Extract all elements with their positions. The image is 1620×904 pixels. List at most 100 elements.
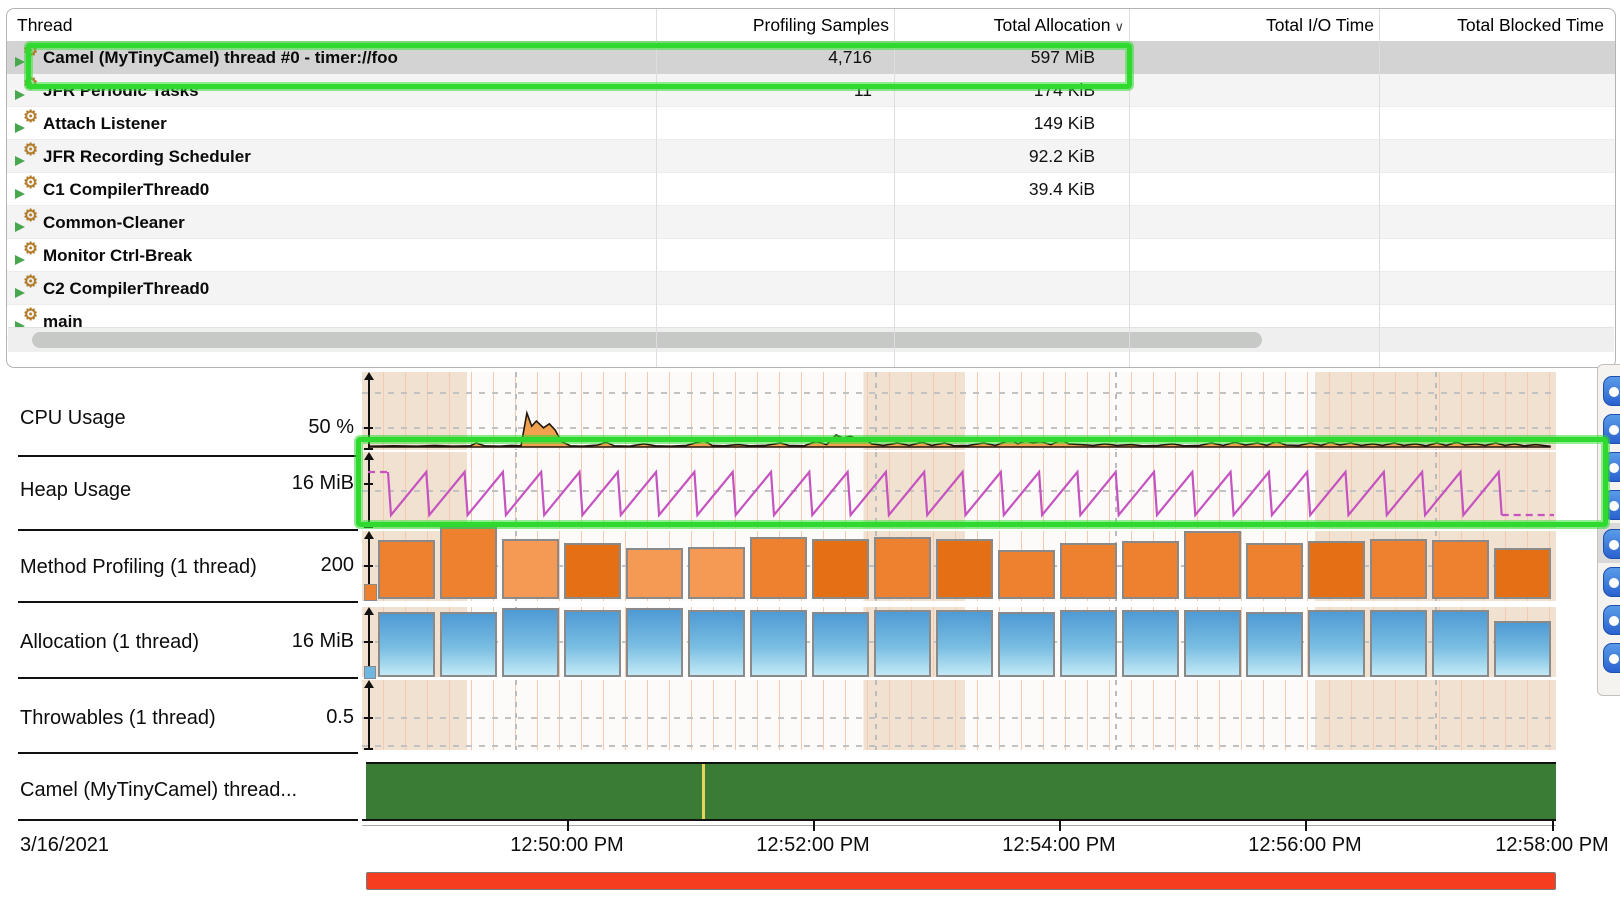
column-separator [894,9,895,367]
bar-bar [936,539,993,599]
time-tick [1059,819,1061,831]
chart-option-button[interactable] [1603,529,1620,559]
chart-option-button[interactable] [1603,643,1620,673]
bar-bar [1494,548,1551,599]
table-row[interactable]: ⚙JFR Recording Scheduler92.2 KiB [7,140,1615,173]
column-separator [1379,9,1380,367]
thread-name-cell: C2 CompilerThread0 [43,272,209,305]
bar-bar [1432,610,1489,677]
bar-bar [1432,540,1489,599]
table-row[interactable]: ⚙Camel (MyTinyCamel) thread #0 - timer:/… [7,41,1615,74]
bar-bar [874,537,931,599]
y-axis-tick [364,565,373,567]
bar-bar [812,539,869,599]
bar-bar [626,608,683,677]
thread-icon: ⚙ [15,210,41,234]
thread-name-cell: JFR Periodic Tasks [43,74,199,107]
bar-bar [874,610,931,677]
table-row[interactable]: ⚙C1 CompilerThread0 39.4 KiB [7,173,1615,206]
lane-separator [18,752,358,754]
thread-state-lane[interactable] [366,762,1556,821]
bar-bar [564,610,621,677]
lane-tick-value-method: 200 [234,552,354,578]
bar-bar [998,612,1055,677]
column-separator [1129,9,1130,367]
thread-name-cell: C1 CompilerThread0 [43,173,209,206]
thread-name-cell: Attach Listener [43,107,167,140]
bar-bar [1370,610,1427,677]
bar-bar [502,608,559,677]
lane-label-heap: Heap Usage [20,476,131,504]
bar-bar [688,547,745,599]
time-label: 12:50:00 PM [477,834,657,857]
time-tick [1305,819,1307,831]
chart-option-button[interactable] [1603,567,1620,597]
jmc-threads-view: ThreadProfiling SamplesTotal Allocation∨… [0,0,1620,904]
chart-option-button[interactable] [1603,452,1620,482]
lane-separator [18,529,358,531]
table-value-cell: 149 KiB [894,107,1095,140]
bar-bar [1060,610,1117,677]
bar-bar [750,610,807,677]
chart-option-button[interactable] [1603,605,1620,635]
thread-name-cell: Monitor Ctrl-Break [43,239,192,272]
lane-tick-value-alloc: 16 MiB [234,628,354,654]
bar-bar [1122,541,1179,599]
table-value-cell: 92.2 KiB [894,140,1095,173]
thread-icon: ⚙ [15,78,41,102]
time-axis [362,819,1556,821]
time-label: 12:56:00 PM [1215,834,1395,857]
table-scrollbar-thumb[interactable] [32,332,1262,348]
lane-separator [18,677,358,679]
bar-bar [564,543,621,599]
gridline-v [1435,680,1437,750]
y-axis-arrow [364,607,374,615]
lane-tick-value-cpu: 50 % [234,414,354,440]
thread-icon: ⚙ [15,177,41,201]
table-value-cell: 39.4 KiB [894,173,1095,206]
gridline-v [875,680,877,750]
thread-table: ThreadProfiling SamplesTotal Allocation∨… [6,8,1616,368]
chart-option-button[interactable] [1603,414,1620,444]
column-header-thread[interactable]: Thread [17,9,72,41]
time-axis-subline [362,825,1556,826]
gridline-v [1115,680,1117,750]
table-row[interactable]: ⚙Monitor Ctrl-Break [7,239,1615,272]
bar-bar [688,610,745,677]
chart-option-button[interactable] [1603,490,1620,520]
gear-icon: ⚙ [23,41,38,61]
table-value-cell: 4,716 [656,41,872,74]
chart-option-button[interactable] [1603,376,1620,406]
y-axis-tick [364,717,373,719]
bar-bar [812,612,869,677]
table-row[interactable]: ⚙Common-Cleaner [7,206,1615,239]
table-horizontal-scrollbar[interactable] [8,327,1614,352]
bar-bar [1370,539,1427,599]
gear-icon: ⚙ [23,173,38,193]
gridline-v [515,680,517,750]
column-separator [656,9,657,367]
chart-horizontal-scrollbar[interactable] [366,872,1556,890]
y-axis-end-tick [364,748,373,750]
y-axis-throw [368,688,370,750]
bar-bar [1308,610,1365,677]
thread-icon: ⚙ [15,243,41,267]
bar-bar [1184,610,1241,677]
bar-bar [440,527,497,599]
thread-icon: ⚙ [15,45,41,69]
bar-bar [998,550,1055,599]
bar-bar [378,612,435,677]
bar-bar [440,612,497,677]
column-header-total-blocked-time[interactable]: Total Blocked Time [1304,9,1604,41]
table-row[interactable]: ⚙C2 CompilerThread0 [7,272,1615,305]
thread-name-cell: JFR Recording Scheduler [43,140,251,173]
table-row[interactable]: ⚙Attach Listener149 KiB [7,107,1615,140]
bar-bar [1494,621,1551,677]
thread-name-cell: Camel (MyTinyCamel) thread #0 - timer://… [43,41,398,74]
gear-icon: ⚙ [23,305,38,325]
lane-background-throw [362,680,1556,750]
table-row[interactable]: ⚙JFR Periodic Tasks11174 KiB [7,74,1615,107]
table-value-cell: 597 MiB [894,41,1095,74]
y-axis-tick [364,641,373,643]
bar-bar [1060,543,1117,599]
